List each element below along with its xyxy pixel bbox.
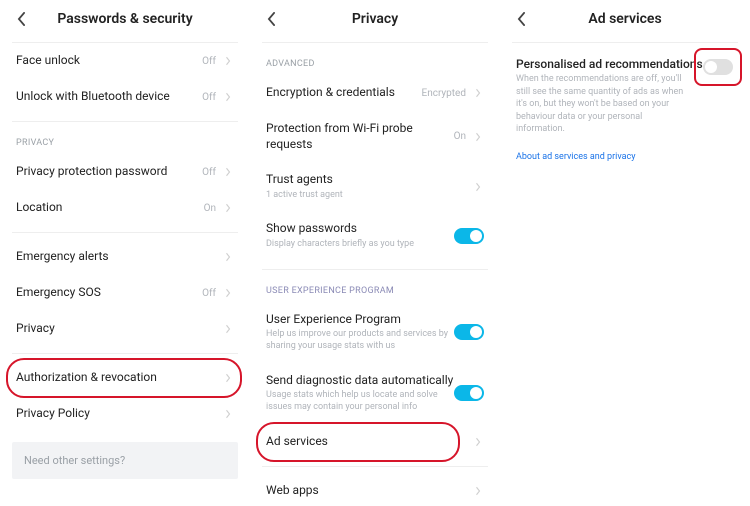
chevron-right-icon: [222, 202, 234, 214]
row-label: Trust agents: [266, 172, 472, 188]
chevron-right-icon: [472, 87, 484, 99]
chevron-right-icon: [222, 91, 234, 103]
web-apps-row[interactable]: Web apps: [250, 473, 500, 506]
bluetooth-unlock-row[interactable]: Unlock with Bluetooth device Off: [0, 79, 250, 115]
emergency-sos-row[interactable]: Emergency SOS Off: [0, 275, 250, 311]
chevron-right-icon: [222, 287, 234, 299]
chevron-right-icon: [472, 181, 484, 193]
diagnostic-row[interactable]: Send diagnostic data automatically Usage…: [250, 363, 500, 424]
row-label: Web apps: [266, 483, 472, 499]
header: Privacy: [250, 0, 500, 42]
authorization-revocation-row[interactable]: Authorization & revocation: [0, 360, 250, 396]
divider: [262, 466, 488, 467]
row-label: Privacy: [16, 321, 222, 337]
face-unlock-row[interactable]: Face unlock Off: [0, 43, 250, 79]
row-value: On: [204, 203, 216, 214]
page-title: Ad services: [530, 11, 720, 27]
row-value: Off: [202, 92, 216, 103]
header: Passwords & security: [0, 0, 250, 42]
show-passwords-row[interactable]: Show passwords Display characters briefl…: [250, 211, 500, 260]
row-label: Emergency SOS: [16, 285, 202, 301]
row-value: On: [454, 131, 466, 142]
row-label: Encryption & credentials: [266, 85, 422, 101]
row-label: Protection from Wi-Fi probe requests: [266, 121, 454, 152]
row-sub: Usage stats which help us locate and sol…: [266, 390, 454, 413]
chevron-right-icon: [222, 166, 234, 178]
location-row[interactable]: Location On: [0, 190, 250, 226]
show-passwords-toggle[interactable]: [454, 228, 484, 244]
chevron-left-icon: [267, 12, 276, 26]
row-label: Unlock with Bluetooth device: [16, 89, 202, 105]
row-sub: Display characters briefly as you type: [266, 239, 454, 251]
row-label: User Experience Program: [266, 312, 454, 328]
trust-agents-row[interactable]: Trust agents 1 active trust agent: [250, 162, 500, 211]
page-title: Privacy: [280, 11, 470, 27]
diagnostic-toggle[interactable]: [454, 385, 484, 401]
row-value: Off: [202, 288, 216, 299]
ad-services-row[interactable]: Ad services: [250, 424, 500, 460]
back-button[interactable]: [12, 10, 30, 28]
privacy-protection-password-row[interactable]: Privacy protection password Off: [0, 154, 250, 190]
row-label: Emergency alerts: [16, 249, 222, 265]
encryption-row[interactable]: Encryption & credentials Encrypted: [250, 75, 500, 111]
page-title: Passwords & security: [30, 11, 220, 27]
chevron-right-icon: [472, 485, 484, 497]
chevron-right-icon: [222, 372, 234, 384]
chevron-right-icon: [222, 55, 234, 67]
row-sub: 1 active trust agent: [266, 190, 472, 202]
row-value: Off: [202, 167, 216, 178]
row-label: Authorization & revocation: [16, 370, 222, 386]
personalised-ads-toggle[interactable]: [703, 59, 733, 75]
chevron-right-icon: [222, 251, 234, 263]
section-uep-label: USER EXPERIENCE PROGRAM: [250, 270, 500, 302]
divider: [12, 353, 238, 354]
footer-search[interactable]: Need other settings?: [12, 442, 238, 479]
chevron-right-icon: [222, 323, 234, 335]
section-privacy-label: PRIVACY: [0, 122, 250, 154]
row-label: Show passwords: [266, 221, 454, 237]
chevron-right-icon: [472, 436, 484, 448]
row-label: Send diagnostic data automatically: [266, 373, 454, 389]
privacy-policy-row[interactable]: Privacy Policy: [0, 396, 250, 432]
row-label: Privacy protection password: [16, 164, 202, 180]
emergency-alerts-row[interactable]: Emergency alerts: [0, 239, 250, 275]
row-label: Ad services: [266, 434, 472, 450]
ad-services-panel: Ad services Personalised ad recommendati…: [500, 0, 750, 506]
back-button[interactable]: [262, 10, 280, 28]
about-ad-services-link[interactable]: About ad services and privacy: [500, 146, 750, 168]
privacy-row[interactable]: Privacy: [0, 311, 250, 347]
row-value: Off: [202, 56, 216, 67]
header: Ad services: [500, 0, 750, 42]
row-sub: Help us improve our products and service…: [266, 329, 454, 352]
row-label: Face unlock: [16, 53, 202, 69]
row-label: Location: [16, 200, 204, 216]
privacy-panel: Privacy ADVANCED Encryption & credential…: [250, 0, 500, 506]
passwords-security-panel: Passwords & security Face unlock Off Unl…: [0, 0, 250, 506]
wifi-probe-row[interactable]: Protection from Wi-Fi probe requests On: [250, 111, 500, 162]
section-advanced-label: ADVANCED: [250, 43, 500, 75]
divider: [12, 232, 238, 233]
back-button[interactable]: [512, 10, 530, 28]
chevron-left-icon: [17, 12, 26, 26]
uep-row[interactable]: User Experience Program Help us improve …: [250, 302, 500, 363]
row-value: Encrypted: [422, 88, 466, 99]
chevron-left-icon: [517, 12, 526, 26]
chevron-right-icon: [472, 131, 484, 143]
row-label: Privacy Policy: [16, 406, 222, 422]
uep-toggle[interactable]: [454, 324, 484, 340]
chevron-right-icon: [222, 408, 234, 420]
